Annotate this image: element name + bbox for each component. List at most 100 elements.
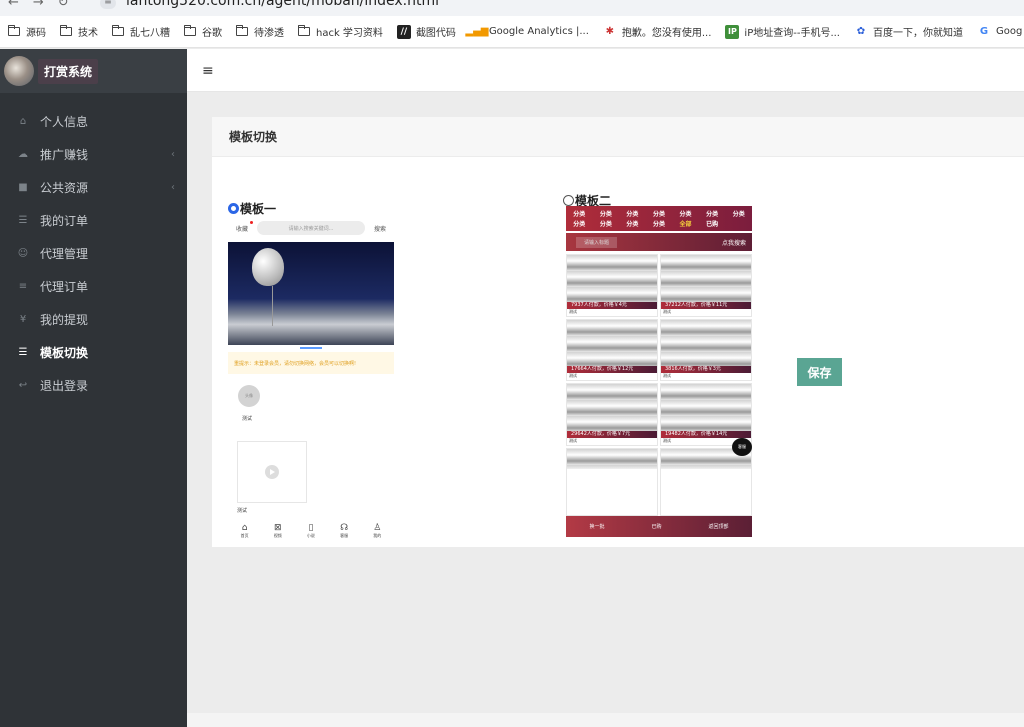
book-icon: ▯ <box>308 522 314 533</box>
t1-balloon-line <box>272 286 273 326</box>
t1-favorite-text: 收藏 <box>236 225 249 233</box>
bookmark-label: Goog <box>995 26 1023 37</box>
sidebar-item-label: 退出登录 <box>40 379 89 393</box>
bookmark-label: 抱歉。您没有使用... <box>621 28 712 39</box>
t1-tab-label: 视频 <box>273 532 282 538</box>
t2-product-price-bar: 19482人付款，价格￥14元 <box>661 430 751 438</box>
t2-product-name: 测试 <box>569 308 577 314</box>
sidebar-item[interactable]: ☰ 我的订单 <box>0 204 187 237</box>
sidebar-item[interactable]: ⌂ 个人信息 <box>0 105 187 138</box>
bookmark-item[interactable]: 源码 <box>8 24 46 39</box>
bookmark-item[interactable]: ✿ 百度一下，你就知道 <box>854 24 963 39</box>
t2-category: 分类 <box>679 210 692 218</box>
t2-search-input: 请输入标题 <box>576 236 618 248</box>
google-icon: G <box>979 26 989 37</box>
analytics-icon: ▂▄▆ <box>465 26 489 37</box>
t1-avatar: 头像 <box>238 385 260 407</box>
t2-search-row: 请输入标题 点我搜索 <box>566 233 752 251</box>
t2-category: 分类 <box>652 221 665 229</box>
sidebar-item[interactable]: ↩ 退出登录 <box>0 369 187 402</box>
sidebar-item[interactable]: ■ 公共资源 ‹ <box>0 171 187 204</box>
browser-nav-icons[interactable]: ←→↻ <box>8 0 83 10</box>
bookmark-label: 技术 <box>78 28 98 39</box>
t2-product-name: 测试 <box>569 373 577 378</box>
cloud-icon: ☁ <box>18 149 28 160</box>
bookmark-item[interactable]: G Goog <box>977 25 1022 39</box>
t2-product-image <box>567 319 657 366</box>
template2-radio[interactable] <box>563 195 574 206</box>
list-icon: ☰ <box>18 215 28 226</box>
sidebar-item-label: 代理订单 <box>40 280 89 294</box>
sidebar-item[interactable]: ¥ 我的提现 <box>0 303 187 336</box>
folder-icon <box>112 25 124 36</box>
t2-product-card <box>566 447 658 516</box>
video-grid-icon: ⊠ <box>273 522 282 533</box>
bookmark-item[interactable]: ▂▄▆ Google Analytics |... <box>465 25 588 39</box>
t2-product-card: 29642人付款，价格￥7元 测试 <box>566 383 658 446</box>
bookmark-label: hack 学习资料 <box>316 28 383 39</box>
folder-icon <box>184 25 196 36</box>
user-icon: ♙ <box>373 522 382 533</box>
top-bar: ≡ <box>187 49 1024 92</box>
save-button[interactable]: 保存 <box>797 358 842 386</box>
chevron-left-icon: ‹ <box>171 182 175 193</box>
t1-tab: ♙ 我的 <box>373 523 381 539</box>
t2-product-price-bar: 3816人付款，价格￥3元 <box>661 366 751 373</box>
bookmark-label: 乱七八糟 <box>130 28 170 39</box>
folder-icon <box>298 25 310 36</box>
t2-product-price-bar: 7937人付款，价格￥4元 <box>567 301 657 309</box>
bookmark-item[interactable]: ✱ 抱歉。您没有使用... <box>603 24 712 39</box>
t2-product-card: 7937人付款，价格￥4元 测试 <box>566 254 658 317</box>
play-icon <box>265 465 279 479</box>
bookmark-item[interactable]: IP iP地址查询--手机号... <box>725 24 840 39</box>
t2-product-card <box>660 447 752 516</box>
t2-product-card: 17664人付款，价格￥12元 测试 <box>566 318 658 381</box>
template1-option[interactable]: 模板一 <box>228 200 276 217</box>
t2-product-card: 19482人付款，价格￥14元 测试 <box>660 383 752 446</box>
t1-search-row: 收藏 请输入搜索关键词... 搜索 <box>228 217 394 239</box>
sidebar-item[interactable]: ☁ 推广赚钱 ‹ <box>0 138 187 171</box>
sidebar-item[interactable]: ☺ 代理管理 <box>0 237 187 270</box>
sidebar-item-label: 我的订单 <box>40 214 89 228</box>
t2-category: 分类 <box>626 221 639 229</box>
t1-tab: ⌂ 首页 <box>241 523 249 539</box>
t1-tab-label: 小说 <box>306 532 315 538</box>
t2-product-image <box>661 255 751 302</box>
site-info-icon[interactable]: ≡ <box>100 0 116 9</box>
sidebar-item-label: 公共资源 <box>40 181 89 195</box>
hamburger-menu-icon[interactable]: ≡ <box>202 63 214 79</box>
t1-search-button: 搜索 <box>373 225 386 233</box>
t2-category-grid: 分类 分类 分类 分类 分类 分类 分类 分类 分类 分类 分类 全部 已购 <box>566 206 752 231</box>
bookmark-label: iP地址查询--手机号... <box>744 28 840 39</box>
url-text[interactable]: lantong520.com.cn/agent/moban/index.html <box>126 0 439 9</box>
t1-tab-bar: ⌂ 首页 ⊠ 视频 ▯ 小说 ☊ 客服 ♙ 我的 <box>228 517 394 544</box>
folder-icon <box>8 25 20 36</box>
template1-preview[interactable]: 收藏 请输入搜索关键词... 搜索 重提示：未登录会员，请勿切换网络，会员可以切… <box>228 217 394 544</box>
t2-category: 分类 <box>573 210 586 218</box>
t2-product-price-bar: 17664人付款，价格￥12元 <box>567 366 657 373</box>
t2-product-card: 37212人付款，价格￥11元 测试 <box>660 254 752 317</box>
bookmark-item[interactable]: 技术 <box>60 24 98 39</box>
sidebar-item[interactable]: ≡ 代理订单 <box>0 270 187 303</box>
folder-icon <box>236 25 248 36</box>
bookmark-item[interactable]: 谷歌 <box>184 24 222 39</box>
bookmark-item[interactable]: // 截图代码 <box>396 24 456 39</box>
home-icon: ⌂ <box>241 522 248 533</box>
sidebar-item-label: 个人信息 <box>40 115 89 129</box>
users-icon: ☺ <box>17 248 29 259</box>
template2-preview[interactable]: 分类 分类 分类 分类 分类 分类 分类 分类 分类 分类 分类 全部 已购 请输入标题 点我搜索 79… <box>566 206 752 537</box>
bookmark-item[interactable]: 乱七八糟 <box>112 24 170 39</box>
sidebar-item[interactable]: ☰ 模板切换 <box>0 336 187 369</box>
bookmark-item[interactable]: hack 学习资料 <box>298 24 383 39</box>
template1-radio[interactable] <box>228 203 239 214</box>
bookmarks-bar: 源码 技术 乱七八糟 谷歌 待渗透 hack 学习资料 // 截图代码 ▂▄▆ Google An… <box>0 16 1024 48</box>
sidebar-item-label: 代理管理 <box>40 247 89 261</box>
t2-bottom-item: 换一批 <box>589 524 605 530</box>
t2-product-image <box>661 319 751 366</box>
t2-product-image <box>567 448 657 469</box>
bookmark-item[interactable]: 待渗透 <box>236 24 284 39</box>
t1-carousel-indicator <box>228 347 394 349</box>
sidebar-item-label: 推广赚钱 <box>40 148 89 162</box>
brand[interactable]: 打赏系统 <box>0 49 187 93</box>
t1-video-thumb <box>237 441 307 503</box>
